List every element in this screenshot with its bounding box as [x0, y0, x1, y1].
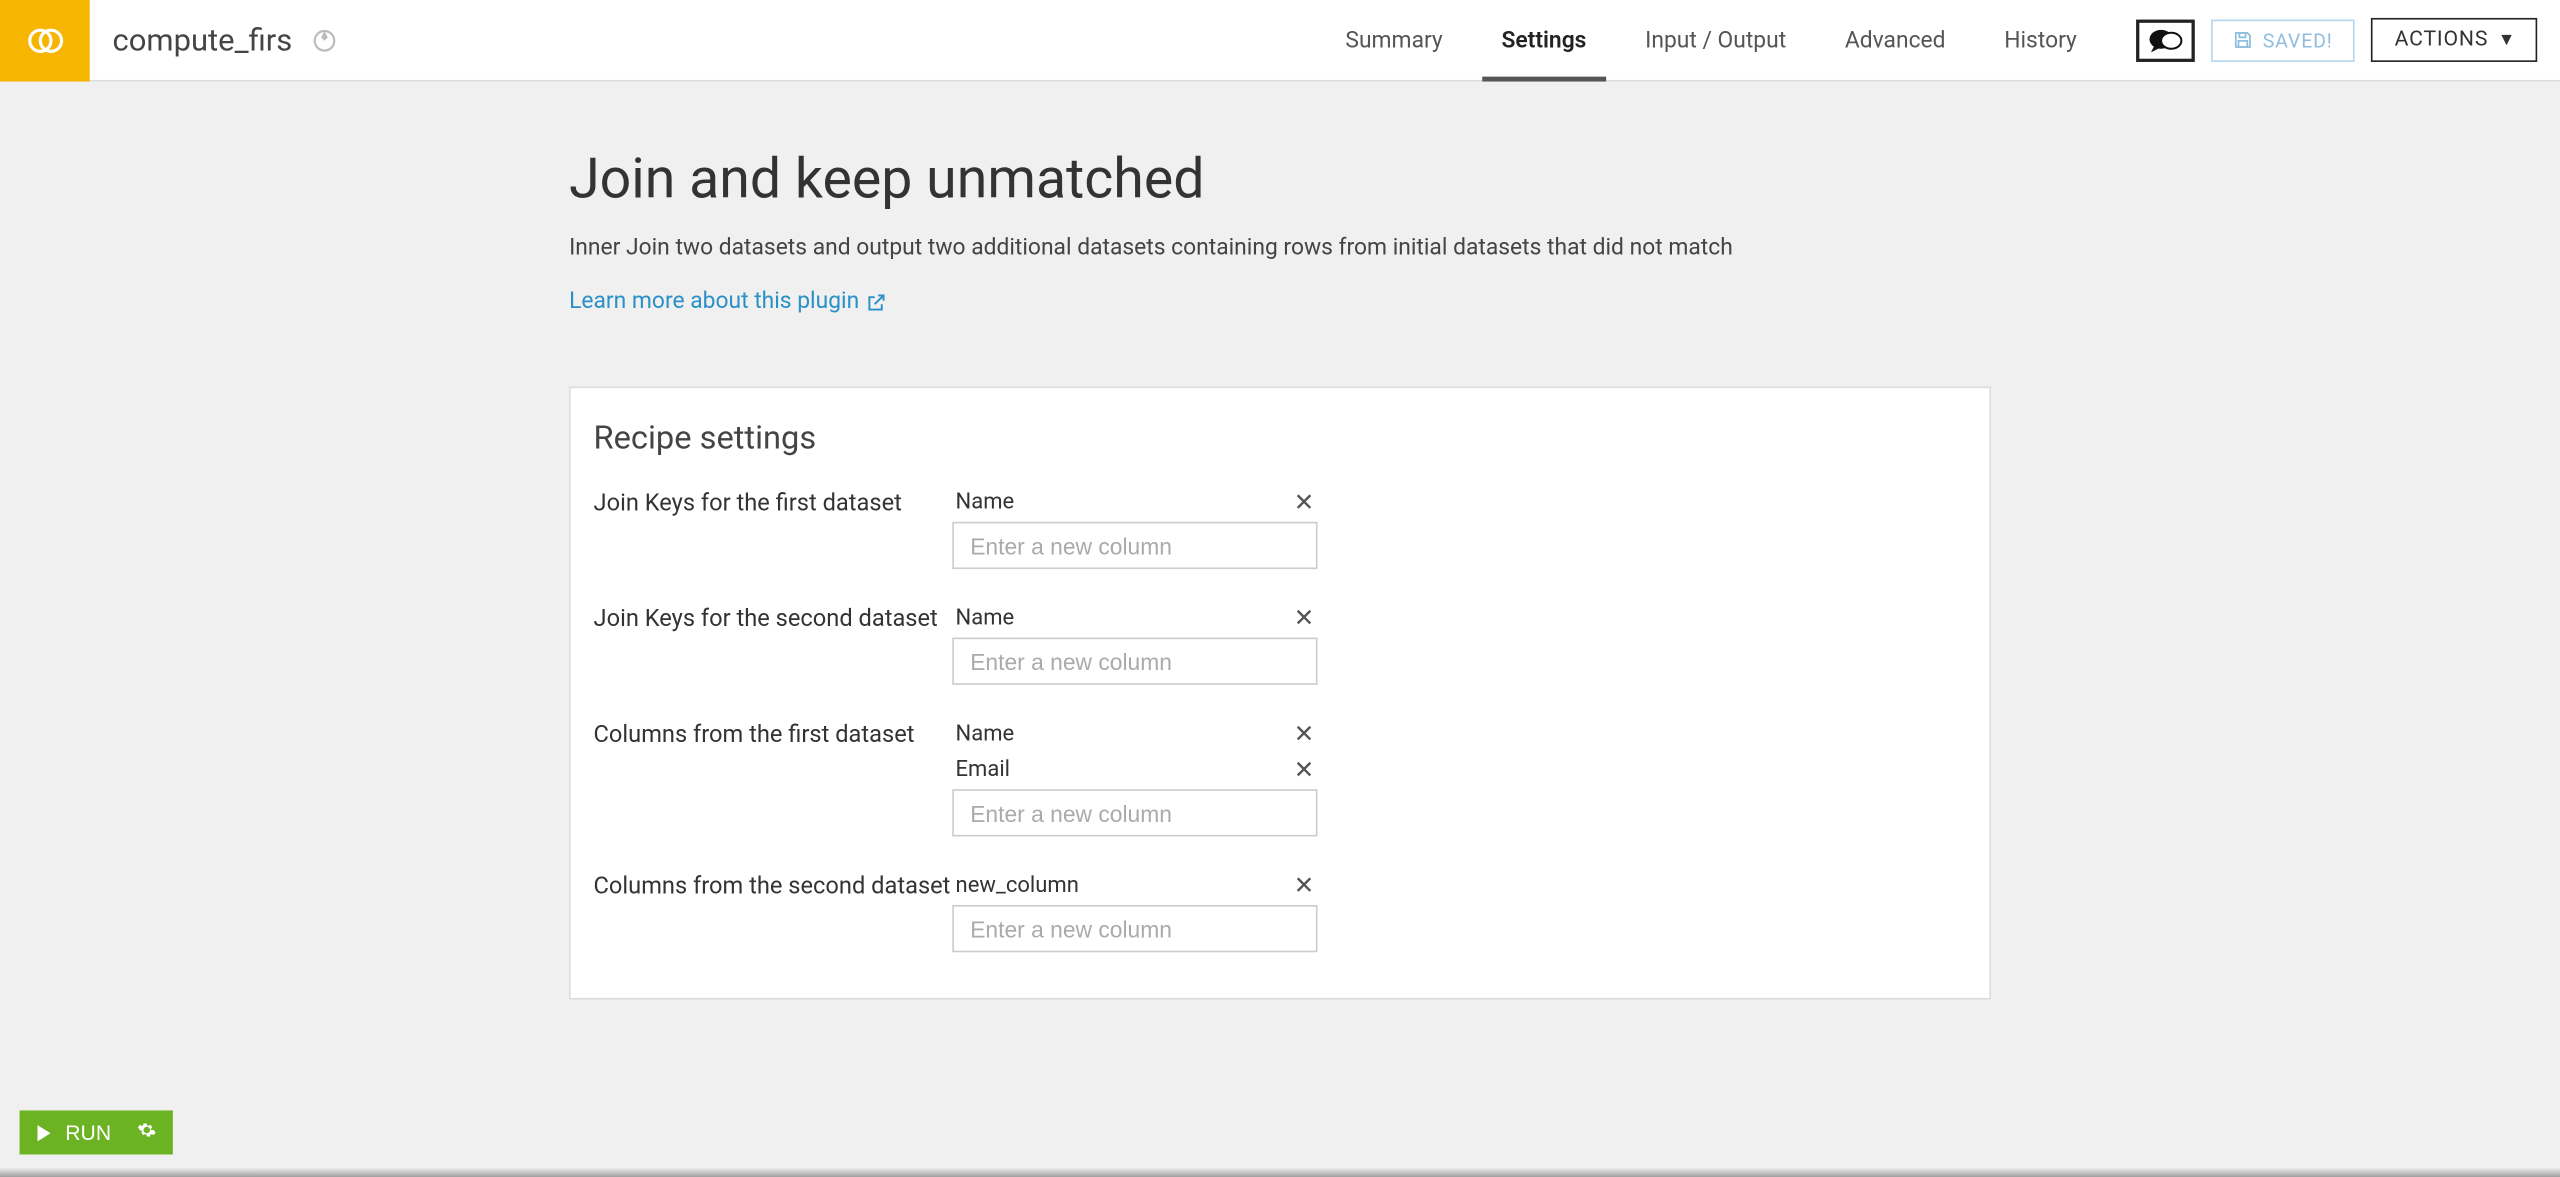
content: Join and keep unmatched Inner Join two d…: [569, 147, 1991, 1000]
run-bar: RUN: [20, 1110, 174, 1154]
chat-button[interactable]: [2136, 19, 2195, 61]
control-join-keys-first: Name ✕: [952, 486, 1317, 569]
column-value: Name: [956, 489, 1015, 515]
panel-title: Recipe settings: [594, 417, 1967, 456]
bottom-shadow: [0, 1168, 2560, 1177]
remove-icon[interactable]: ✕: [1294, 873, 1315, 897]
page-description: Inner Join two datasets and output two a…: [569, 235, 1991, 261]
tab-summary[interactable]: Summary: [1316, 0, 1472, 80]
tab-input-output[interactable]: Input / Output: [1616, 0, 1816, 80]
learn-more-link[interactable]: Learn more about this plugin: [569, 289, 887, 315]
new-column-input[interactable]: [952, 905, 1317, 952]
column-value: new_column: [956, 872, 1079, 898]
header-bar: compute_firs Summary Settings Input / Ou…: [0, 0, 2560, 82]
gear-icon[interactable]: [137, 1120, 157, 1144]
control-columns-first: Name ✕ Email ✕: [952, 717, 1317, 836]
remove-icon[interactable]: ✕: [1294, 606, 1315, 630]
actions-label: ACTIONS: [2395, 28, 2489, 52]
control-join-keys-second: Name ✕: [952, 602, 1317, 685]
rings-icon: [24, 20, 66, 62]
label-join-keys-first: Join Keys for the first dataset: [594, 486, 953, 521]
learn-more-label: Learn more about this plugin: [569, 289, 859, 315]
column-value: Name: [956, 605, 1015, 631]
row-join-keys-first: Join Keys for the first dataset Name ✕: [594, 486, 1967, 569]
saved-label: SAVED!: [2263, 29, 2333, 52]
actions-button[interactable]: ACTIONS ▾: [2370, 18, 2537, 62]
main-area: Join and keep unmatched Inner Join two d…: [0, 82, 2560, 1130]
label-join-keys-second: Join Keys for the second dataset: [594, 602, 953, 637]
chat-icon: [2147, 27, 2183, 53]
column-value: Name: [956, 721, 1015, 747]
label-columns-first: Columns from the first dataset: [594, 717, 953, 752]
remove-icon[interactable]: ✕: [1294, 490, 1315, 514]
control-columns-second: new_column ✕: [952, 869, 1317, 952]
header-tabs: Summary Settings Input / Output Advanced…: [1316, 0, 2106, 80]
row-columns-first: Columns from the first dataset Name ✕ Em…: [594, 717, 1967, 836]
navigate-icon[interactable]: [312, 27, 338, 53]
new-column-input[interactable]: [952, 789, 1317, 836]
list-item: Name ✕: [952, 602, 1317, 638]
row-join-keys-second: Join Keys for the second dataset Name ✕: [594, 602, 1967, 685]
list-item: Name ✕: [952, 486, 1317, 522]
tab-settings[interactable]: Settings: [1472, 0, 1616, 80]
row-columns-second: Columns from the second dataset new_colu…: [594, 869, 1967, 952]
header-right: SAVED! ACTIONS ▾: [2106, 0, 2560, 80]
saved-button: SAVED!: [2211, 19, 2354, 61]
new-column-input[interactable]: [952, 522, 1317, 569]
run-button[interactable]: RUN: [20, 1110, 174, 1154]
list-item: new_column ✕: [952, 869, 1317, 905]
run-label: RUN: [65, 1120, 111, 1144]
page-title: compute_firs: [113, 21, 293, 59]
label-columns-second: Columns from the second dataset: [594, 869, 953, 904]
remove-icon[interactable]: ✕: [1294, 722, 1315, 746]
caret-down-icon: ▾: [2501, 28, 2512, 52]
app-logo[interactable]: [0, 0, 90, 82]
save-icon: [2232, 29, 2253, 50]
column-value: Email: [956, 757, 1010, 783]
remove-icon[interactable]: ✕: [1294, 757, 1315, 781]
list-item: Name ✕: [952, 717, 1317, 753]
play-icon: [36, 1124, 52, 1140]
recipe-settings-panel: Recipe settings Join Keys for the first …: [569, 386, 1991, 999]
tab-history[interactable]: History: [1975, 0, 2106, 80]
new-column-input[interactable]: [952, 638, 1317, 685]
title-area: compute_firs: [90, 0, 338, 80]
list-item: Email ✕: [952, 753, 1317, 789]
page-heading: Join and keep unmatched: [569, 147, 1991, 212]
tab-advanced[interactable]: Advanced: [1816, 0, 1975, 80]
external-link-icon: [866, 291, 887, 312]
